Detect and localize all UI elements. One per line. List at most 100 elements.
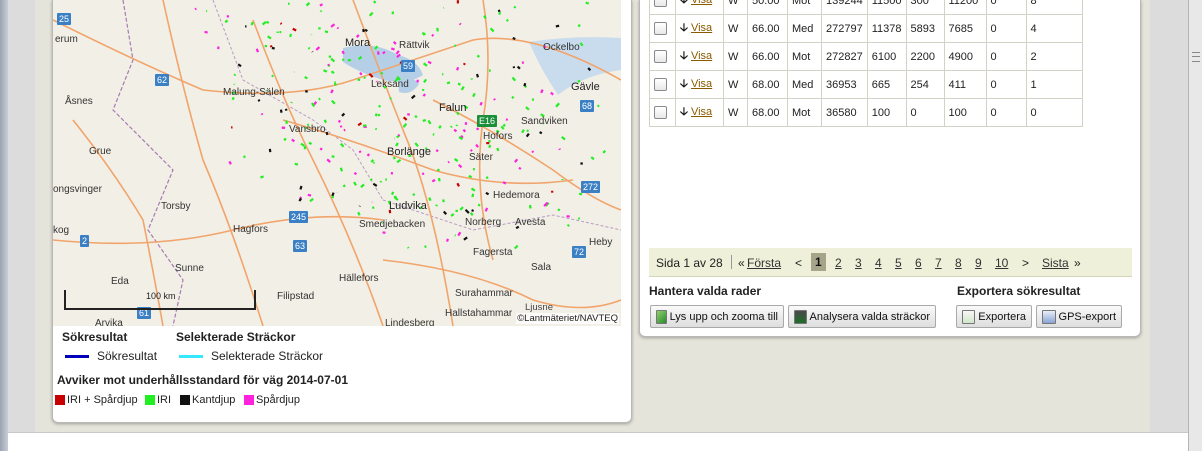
road-condition-segment [313, 101, 318, 106]
pager-page-10[interactable]: 10 [995, 256, 1008, 270]
road-condition-segment [500, 125, 505, 130]
pager-page-9[interactable]: 9 [975, 256, 982, 270]
table-cell: 0 [905, 98, 945, 127]
legend-label-selected: Selekterade Sträckor [211, 349, 324, 363]
table-cell: 66.00 [747, 14, 788, 43]
arrow-down-icon: 🡣 [680, 78, 688, 90]
cell-value-3: 7685 [948, 22, 973, 35]
map-canvas[interactable]: Mora Rättvik Leksand Ockelbo Gävle erum … [53, 0, 621, 326]
road-condition-segment [406, 246, 410, 249]
road-condition-segment [373, 0, 377, 4]
visa-link[interactable]: Visa [691, 78, 712, 90]
visa-link[interactable]: Visa [691, 0, 712, 6]
map-label-arvika: Arvika [95, 318, 123, 326]
road-condition-segment [357, 122, 363, 127]
zoom-selected-button[interactable]: Lys upp och zooma till [650, 305, 784, 328]
cell-id: 36580 [826, 106, 857, 119]
pager-page-2[interactable]: 2 [835, 256, 842, 270]
road-condition-segment [555, 102, 560, 108]
road-condition-segment [279, 22, 283, 25]
cell-value-1: 11378 [871, 22, 902, 35]
legend-line-selected [179, 355, 203, 358]
road-condition-segment [341, 50, 345, 55]
road-condition-segment [328, 64, 331, 68]
visa-link[interactable]: Visa [691, 22, 712, 34]
pager-page-8[interactable]: 8 [955, 256, 962, 270]
road-condition-segment [422, 62, 428, 67]
pager-page-5[interactable]: 5 [895, 256, 902, 270]
road-condition-segment [577, 217, 581, 220]
road-condition-segment [471, 209, 475, 213]
table-cell: 0 [1025, 98, 1083, 127]
road-condition-segment [459, 206, 464, 211]
map-label-kongsvinger: ongsvinger [53, 184, 102, 195]
road-condition-segment [330, 23, 336, 28]
gps-export-button[interactable]: GPS-export [1036, 305, 1122, 328]
road-condition-segment [323, 69, 328, 73]
row-checkbox[interactable] [654, 0, 667, 7]
road-condition-segment [431, 33, 435, 37]
road-condition-segment [330, 70, 335, 75]
cell-id: 36953 [826, 78, 857, 91]
road-shield-63: 63 [293, 240, 308, 252]
pager-page-3[interactable]: 3 [855, 256, 862, 270]
export-icon [962, 309, 976, 324]
road-shield-25: 25 [57, 13, 72, 25]
analyze-selected-button[interactable]: Analysera valda sträckor [788, 305, 936, 328]
road-condition-segment [423, 78, 428, 84]
map-graphics [53, 0, 621, 326]
cell-side: Med [792, 78, 814, 91]
pager-prev-link[interactable]: < [795, 256, 802, 270]
road-condition-segment [561, 135, 566, 141]
road-condition-segment [446, 81, 451, 85]
road-condition-segment [436, 27, 439, 32]
road-condition-segment [485, 191, 490, 196]
road-condition-segment [318, 97, 321, 101]
road-condition-segment [453, 128, 458, 133]
map-label-rattvik: Rättvik [399, 40, 430, 51]
pager-page-6[interactable]: 6 [915, 256, 922, 270]
table-cell: W [723, 14, 748, 43]
table-cell: 0 [985, 0, 1027, 15]
map-scale-label: 100 km [146, 291, 176, 301]
road-condition-segment [498, 11, 502, 15]
results-table: 🡣 Visa W 50.00 Mot 139244 11500 300 11200 0 8 🡣 Vi… [649, 0, 1083, 127]
map-label-smedjebacken: Smedjebacken [359, 219, 426, 230]
pager-next-link[interactable]: > [1022, 256, 1029, 270]
row-checkbox[interactable] [654, 106, 667, 119]
road-condition-segment [224, 19, 229, 24]
table-cell: Med [787, 70, 822, 99]
legend-label-spardjup: Spårdjup [256, 394, 301, 406]
road-condition-segment [477, 203, 481, 207]
export-button[interactable]: Exportera [956, 305, 1032, 328]
cell-value-5: 4 [1030, 22, 1037, 35]
road-condition-segment [469, 148, 473, 152]
cell-value-4: 0 [990, 0, 997, 7]
table-cell: 🡣 Visa [675, 98, 724, 127]
road-condition-segment [397, 133, 401, 137]
pager-first-link[interactable]: Första [747, 256, 781, 270]
table-cell: 2200 [905, 42, 945, 71]
table-cell: 68.00 [747, 70, 788, 99]
table-cell [649, 0, 676, 15]
road-condition-segment [305, 2, 311, 7]
row-checkbox[interactable] [654, 22, 667, 35]
visa-link[interactable]: Visa [691, 106, 712, 118]
legend-swatch-iri-spardjup [55, 395, 65, 405]
row-checkbox[interactable] [654, 50, 667, 63]
pager-page-4[interactable]: 4 [875, 256, 882, 270]
road-condition-segment [319, 3, 324, 7]
road-condition-segment [342, 184, 346, 188]
pager-page-7[interactable]: 7 [935, 256, 942, 270]
road-condition-segment [267, 35, 272, 40]
window-scrollbar[interactable] [1188, 0, 1202, 451]
map-label-norberg: Norberg [465, 217, 502, 228]
row-checkbox[interactable] [654, 78, 667, 91]
visa-link[interactable]: Visa [691, 50, 712, 62]
map-panel: Mora Rättvik Leksand Ockelbo Gävle erum … [52, 0, 632, 423]
table-cell: 2 [1025, 42, 1083, 71]
road-condition-segment [502, 181, 507, 185]
pager-last-link[interactable]: Sista [1042, 256, 1069, 270]
table-cell: W [723, 0, 748, 15]
road-condition-segment [558, 148, 561, 151]
